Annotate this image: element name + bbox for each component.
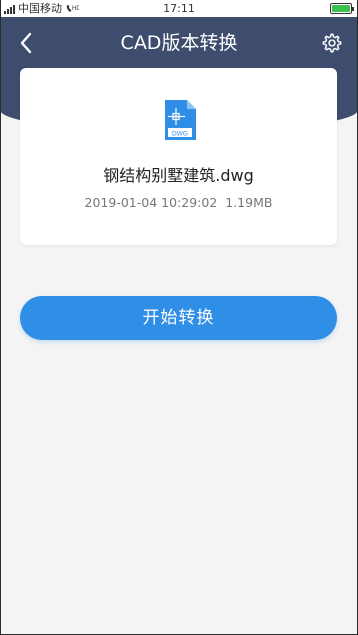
dwg-file-icon: DWG [163, 99, 197, 141]
start-convert-button[interactable]: 开始转换 [20, 296, 337, 340]
status-time: 17:11 [163, 2, 195, 15]
file-date: 2019-01-04 10:29:02 [84, 195, 218, 210]
file-meta: 2019-01-04 10:29:02 1.19MB [20, 195, 337, 210]
nav-bar: CAD版本转换 [0, 17, 358, 69]
battery-icon [330, 3, 354, 14]
file-name: 钢结构别墅建筑.dwg [103, 166, 254, 185]
file-size: 1.19MB [225, 195, 273, 210]
status-bar: 中国移动 HD 17:11 [0, 0, 358, 17]
settings-button[interactable] [318, 29, 346, 57]
page-title: CAD版本转换 [120, 32, 238, 54]
file-card: DWG 钢结构别墅建筑.dwg 2019-01-04 10:29:02 1.19… [20, 68, 337, 245]
svg-text:DWG: DWG [172, 130, 188, 137]
gear-icon [322, 33, 342, 53]
